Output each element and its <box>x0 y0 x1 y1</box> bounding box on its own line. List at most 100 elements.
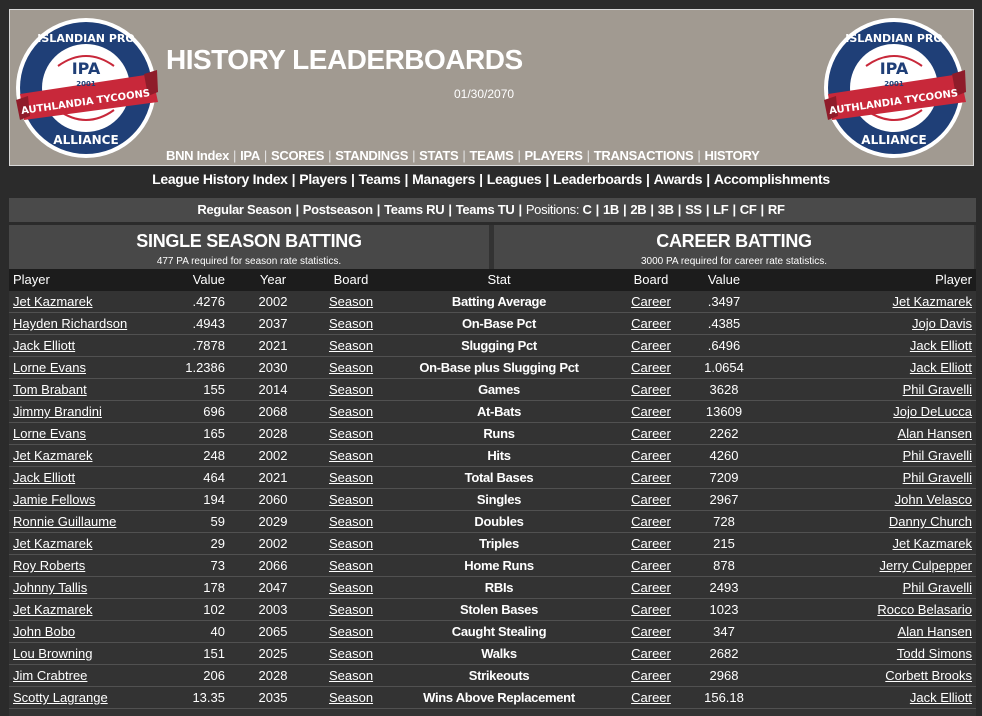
nav-history-leagues[interactable]: Leagues <box>487 171 542 187</box>
position-1b[interactable]: 1B <box>603 202 619 217</box>
season-board-link[interactable]: Season <box>311 404 391 419</box>
season-player-link[interactable]: Jack Elliott <box>13 338 75 353</box>
nav-history-awards[interactable]: Awards <box>654 171 703 187</box>
career-player-link[interactable]: Phil Gravelli <box>769 580 972 595</box>
position-ss[interactable]: SS <box>685 202 702 217</box>
season-board-link[interactable]: Season <box>311 558 391 573</box>
career-board-link[interactable]: Career <box>611 536 691 551</box>
nav-history-players[interactable]: Players <box>299 171 347 187</box>
career-player-link[interactable]: Jack Elliott <box>769 338 972 353</box>
season-player-link[interactable]: Tom Brabant <box>13 382 87 397</box>
position-rf[interactable]: RF <box>768 202 785 217</box>
season-player-link[interactable]: Jet Kazmarek <box>13 294 92 309</box>
nav-ipa[interactable]: IPA <box>240 148 260 163</box>
season-board-link[interactable]: Season <box>311 580 391 595</box>
career-player-link[interactable]: John Velasco <box>769 492 972 507</box>
career-board-link[interactable]: Career <box>611 448 691 463</box>
nav-transactions[interactable]: TRANSACTIONS <box>594 148 694 163</box>
career-board-link[interactable]: Career <box>611 294 691 309</box>
career-board-link[interactable]: Career <box>611 382 691 397</box>
season-board-link[interactable]: Season <box>311 382 391 397</box>
career-board-link[interactable]: Career <box>611 338 691 353</box>
season-player-link[interactable]: Hayden Richardson <box>13 316 127 331</box>
season-player-link[interactable]: Jack Elliott <box>13 470 75 485</box>
season-board-link[interactable]: Season <box>311 316 391 331</box>
career-board-link[interactable]: Career <box>611 404 691 419</box>
season-board-link[interactable]: Season <box>311 536 391 551</box>
career-player-link[interactable]: Alan Hansen <box>769 624 972 639</box>
career-player-link[interactable]: Jerry Culpepper <box>769 558 973 573</box>
career-player-link[interactable]: Rocco Belasario <box>769 602 972 617</box>
career-player-link[interactable]: Phil Gravelli <box>769 382 972 397</box>
season-player-link[interactable]: Jimmy Brandini <box>13 404 102 419</box>
season-board-link[interactable]: Season <box>311 448 391 463</box>
position-2b[interactable]: 2B <box>630 202 646 217</box>
ipa-logo-right[interactable]: IPA 2001 AUTHLANDIA TYCOONS ISLANDIAN PR… <box>822 16 967 161</box>
career-player-link[interactable]: Phil Gravelli <box>769 470 972 485</box>
season-player-link[interactable]: Lou Browning <box>13 646 93 661</box>
season-player-link[interactable]: Jamie Fellows <box>13 492 95 507</box>
season-player-link[interactable]: Scotty Lagrange <box>13 690 108 705</box>
career-board-link[interactable]: Career <box>611 580 691 595</box>
nav-history-teams[interactable]: Teams <box>359 171 401 187</box>
nav-history-accomplishments[interactable]: Accomplishments <box>714 171 830 187</box>
nav-stats[interactable]: STATS <box>419 148 458 163</box>
season-player-link[interactable]: Ronnie Guillaume <box>13 514 116 529</box>
position-3b[interactable]: 3B <box>658 202 674 217</box>
career-board-link[interactable]: Career <box>611 602 691 617</box>
career-board-link[interactable]: Career <box>611 316 691 331</box>
nav-history-managers[interactable]: Managers <box>412 171 475 187</box>
career-player-link[interactable]: Danny Church <box>769 514 972 529</box>
career-player-link[interactable]: Jack Elliott <box>769 360 972 375</box>
career-board-link[interactable]: Career <box>611 646 691 661</box>
career-player-link[interactable]: Jet Kazmarek <box>769 294 972 309</box>
season-board-link[interactable]: Season <box>311 646 391 661</box>
filter-teams-ru[interactable]: Teams RU <box>384 202 445 217</box>
filter-teams-tu[interactable]: Teams TU <box>456 202 515 217</box>
season-player-link[interactable]: Jet Kazmarek <box>13 536 92 551</box>
career-board-link[interactable]: Career <box>611 426 691 441</box>
season-board-link[interactable]: Season <box>311 690 391 705</box>
career-board-link[interactable]: Career <box>611 514 691 529</box>
career-board-link[interactable]: Career <box>611 668 691 683</box>
career-board-link[interactable]: Career <box>611 690 691 705</box>
nav-teams[interactable]: TEAMS <box>469 148 513 163</box>
nav-scores[interactable]: SCORES <box>271 148 324 163</box>
career-board-link[interactable]: Career <box>611 470 691 485</box>
career-player-link[interactable]: Jet Kazmarek <box>769 536 972 551</box>
nav-history[interactable]: HISTORY <box>704 148 759 163</box>
ipa-logo-left[interactable]: IPA 2001 AUTHLANDIA TYCOONS ISLANDIAN PR… <box>14 16 159 161</box>
season-player-link[interactable]: Jim Crabtree <box>13 668 87 683</box>
career-board-link[interactable]: Career <box>611 492 691 507</box>
season-board-link[interactable]: Season <box>311 360 391 375</box>
nav-league-history-index[interactable]: League History Index <box>152 171 288 187</box>
season-player-link[interactable]: Lorne Evans <box>13 426 86 441</box>
nav-standings[interactable]: STANDINGS <box>335 148 408 163</box>
career-player-link[interactable]: Phil Gravelli <box>769 448 972 463</box>
nav-players[interactable]: PLAYERS <box>525 148 583 163</box>
career-player-link[interactable]: Jack Elliott <box>769 690 972 705</box>
position-lf[interactable]: LF <box>713 202 729 217</box>
season-board-link[interactable]: Season <box>311 470 391 485</box>
career-board-link[interactable]: Career <box>611 558 691 573</box>
season-board-link[interactable]: Season <box>311 294 391 309</box>
career-player-link[interactable]: Alan Hansen <box>769 426 972 441</box>
season-player-link[interactable]: Lorne Evans <box>13 360 86 375</box>
position-cf[interactable]: CF <box>740 202 757 217</box>
season-player-link[interactable]: Jet Kazmarek <box>13 602 92 617</box>
season-board-link[interactable]: Season <box>311 426 391 441</box>
position-c[interactable]: C <box>583 202 592 217</box>
season-board-link[interactable]: Season <box>311 338 391 353</box>
filter-regular-season[interactable]: Regular Season <box>197 202 291 217</box>
nav-history-leaderboards[interactable]: Leaderboards <box>553 171 642 187</box>
nav-bnn-index[interactable]: BNN Index <box>166 148 229 163</box>
career-board-link[interactable]: Career <box>611 360 691 375</box>
season-board-link[interactable]: Season <box>311 668 391 683</box>
career-player-link[interactable]: Todd Simons <box>769 646 972 661</box>
season-player-link[interactable]: John Bobo <box>13 624 75 639</box>
filter-postseason[interactable]: Postseason <box>303 202 373 217</box>
season-board-link[interactable]: Season <box>311 514 391 529</box>
season-board-link[interactable]: Season <box>311 624 391 639</box>
season-player-link[interactable]: Johnny Tallis <box>13 580 87 595</box>
season-board-link[interactable]: Season <box>311 602 391 617</box>
